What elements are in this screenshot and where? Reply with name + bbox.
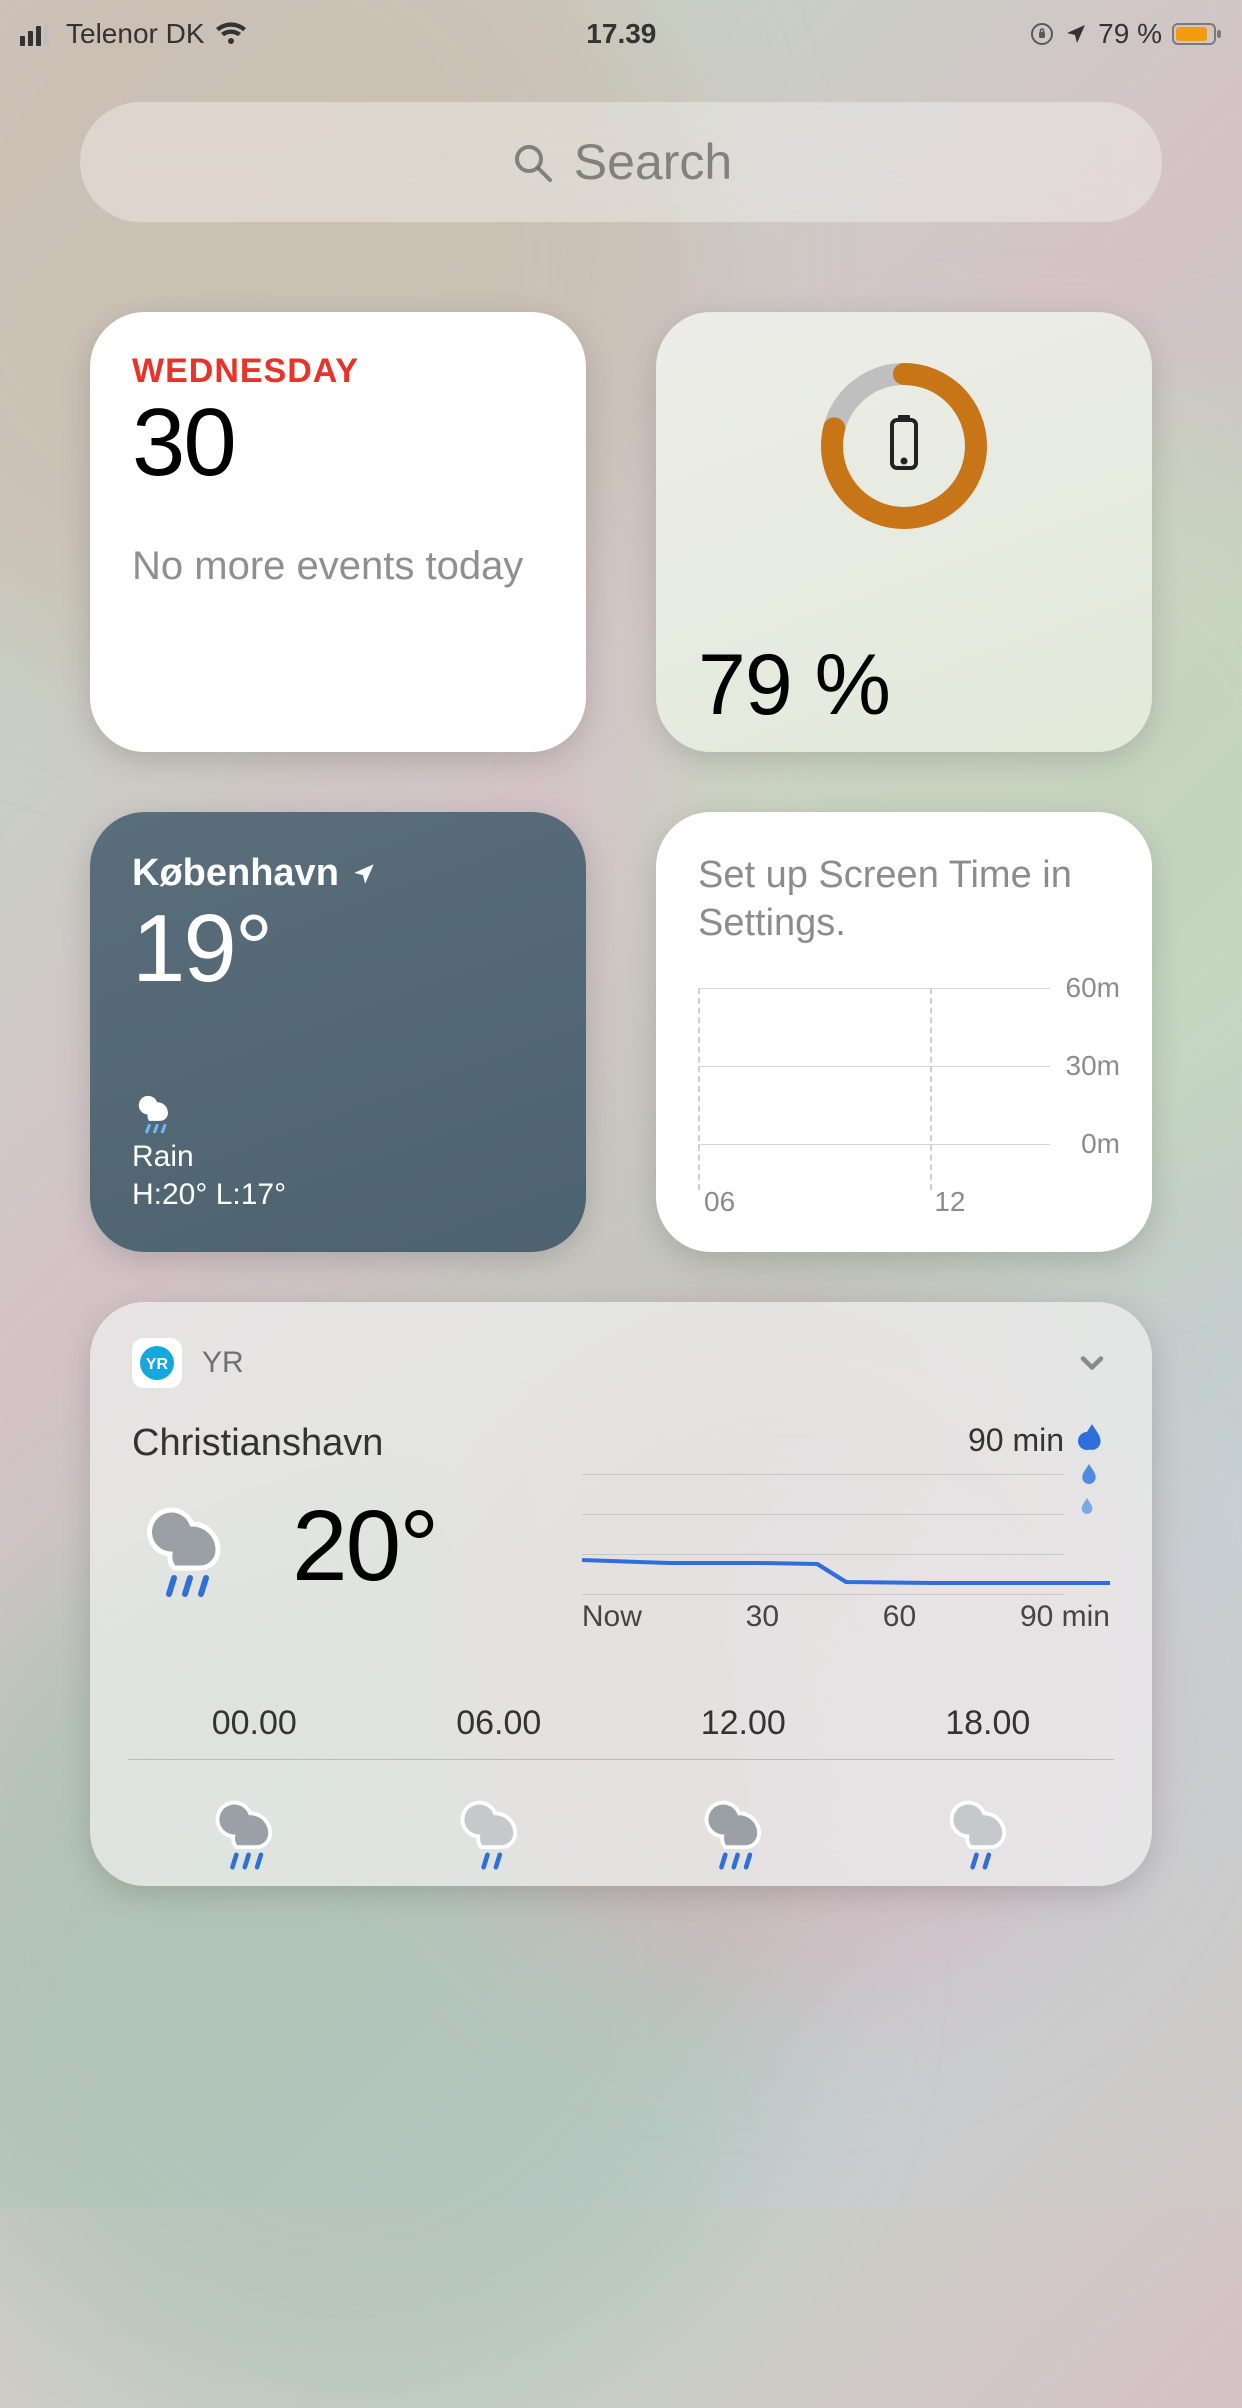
status-bar: Telenor DK 17.39 79 % <box>0 0 1242 56</box>
screen-time-widget[interactable]: Set up Screen Time in Settings. 60m 30m … <box>656 812 1152 1252</box>
yr-hour: 18.00 <box>945 1704 1030 1743</box>
yr-app-icon: YR <box>132 1338 182 1388</box>
yr-hour: 12.00 <box>701 1704 786 1743</box>
battery-ring-icon <box>814 356 994 536</box>
battery-percent-large: 79 % <box>698 636 1110 735</box>
rain-cloud-icon <box>132 1492 262 1602</box>
battery-widget[interactable]: 79 % <box>656 312 1152 752</box>
rain-cloud-icon <box>204 1786 304 1876</box>
search-field[interactable]: Search <box>80 102 1162 222</box>
yr-xlabel: Now <box>582 1600 642 1634</box>
clock: 17.39 <box>586 18 656 50</box>
yr-title: YR <box>202 1346 244 1380</box>
search-icon <box>510 140 554 184</box>
yr-hour: 06.00 <box>456 1704 541 1743</box>
yr-xlabel: 30 <box>746 1600 779 1634</box>
st-tick-x: 12 <box>934 1186 965 1218</box>
weather-widget[interactable]: København 19° Rain H:20° L:17° <box>90 812 586 1252</box>
chevron-down-icon[interactable] <box>1074 1345 1110 1381</box>
calendar-date: 30 <box>132 395 544 491</box>
battery-percent: 79 % <box>1098 18 1162 50</box>
svg-text:YR: YR <box>146 1356 169 1373</box>
rain-cloud-icon <box>938 1786 1038 1876</box>
signal-icon <box>20 22 56 46</box>
search-placeholder: Search <box>574 133 732 191</box>
weather-temp: 19° <box>132 901 544 997</box>
rain-cloud-icon <box>449 1786 549 1876</box>
weather-condition: Rain <box>132 1140 286 1174</box>
st-tick-x: 06 <box>704 1186 735 1218</box>
weather-city: København <box>132 852 339 895</box>
weather-hilo: H:20° L:17° <box>132 1178 286 1212</box>
yr-xlabel: 60 <box>883 1600 916 1634</box>
screen-time-chart: 60m 30m 0m 06 12 <box>698 988 1120 1218</box>
yr-hour: 00.00 <box>212 1704 297 1743</box>
st-tick-y: 30m <box>1066 1050 1120 1082</box>
st-tick-y: 0m <box>1081 1128 1120 1160</box>
yr-widget[interactable]: YR YR Christianshavn <box>90 1302 1152 1886</box>
orientation-lock-icon <box>1030 22 1054 46</box>
st-tick-y: 60m <box>1066 972 1120 1004</box>
battery-icon <box>1172 22 1222 46</box>
location-arrow-icon <box>351 861 377 887</box>
yr-xlabel: 90 min <box>1020 1600 1110 1634</box>
rain-icon <box>132 1088 286 1138</box>
wifi-icon <box>215 22 247 46</box>
yr-location: Christianshavn <box>132 1422 582 1465</box>
carrier-label: Telenor DK <box>66 18 205 50</box>
calendar-note: No more events today <box>132 541 544 591</box>
calendar-day-name: WEDNESDAY <box>132 352 544 391</box>
location-icon <box>1064 22 1088 46</box>
yr-range: 90 min <box>968 1422 1064 1459</box>
rain-cloud-icon <box>693 1786 793 1876</box>
calendar-widget[interactable]: WEDNESDAY 30 No more events today <box>90 312 586 752</box>
yr-temp: 20° <box>292 1489 437 1604</box>
screen-time-message: Set up Screen Time in Settings. <box>698 852 1110 947</box>
yr-precip-chart: Now 30 60 90 min <box>582 1474 1110 1594</box>
moon-icon <box>996 22 1020 46</box>
